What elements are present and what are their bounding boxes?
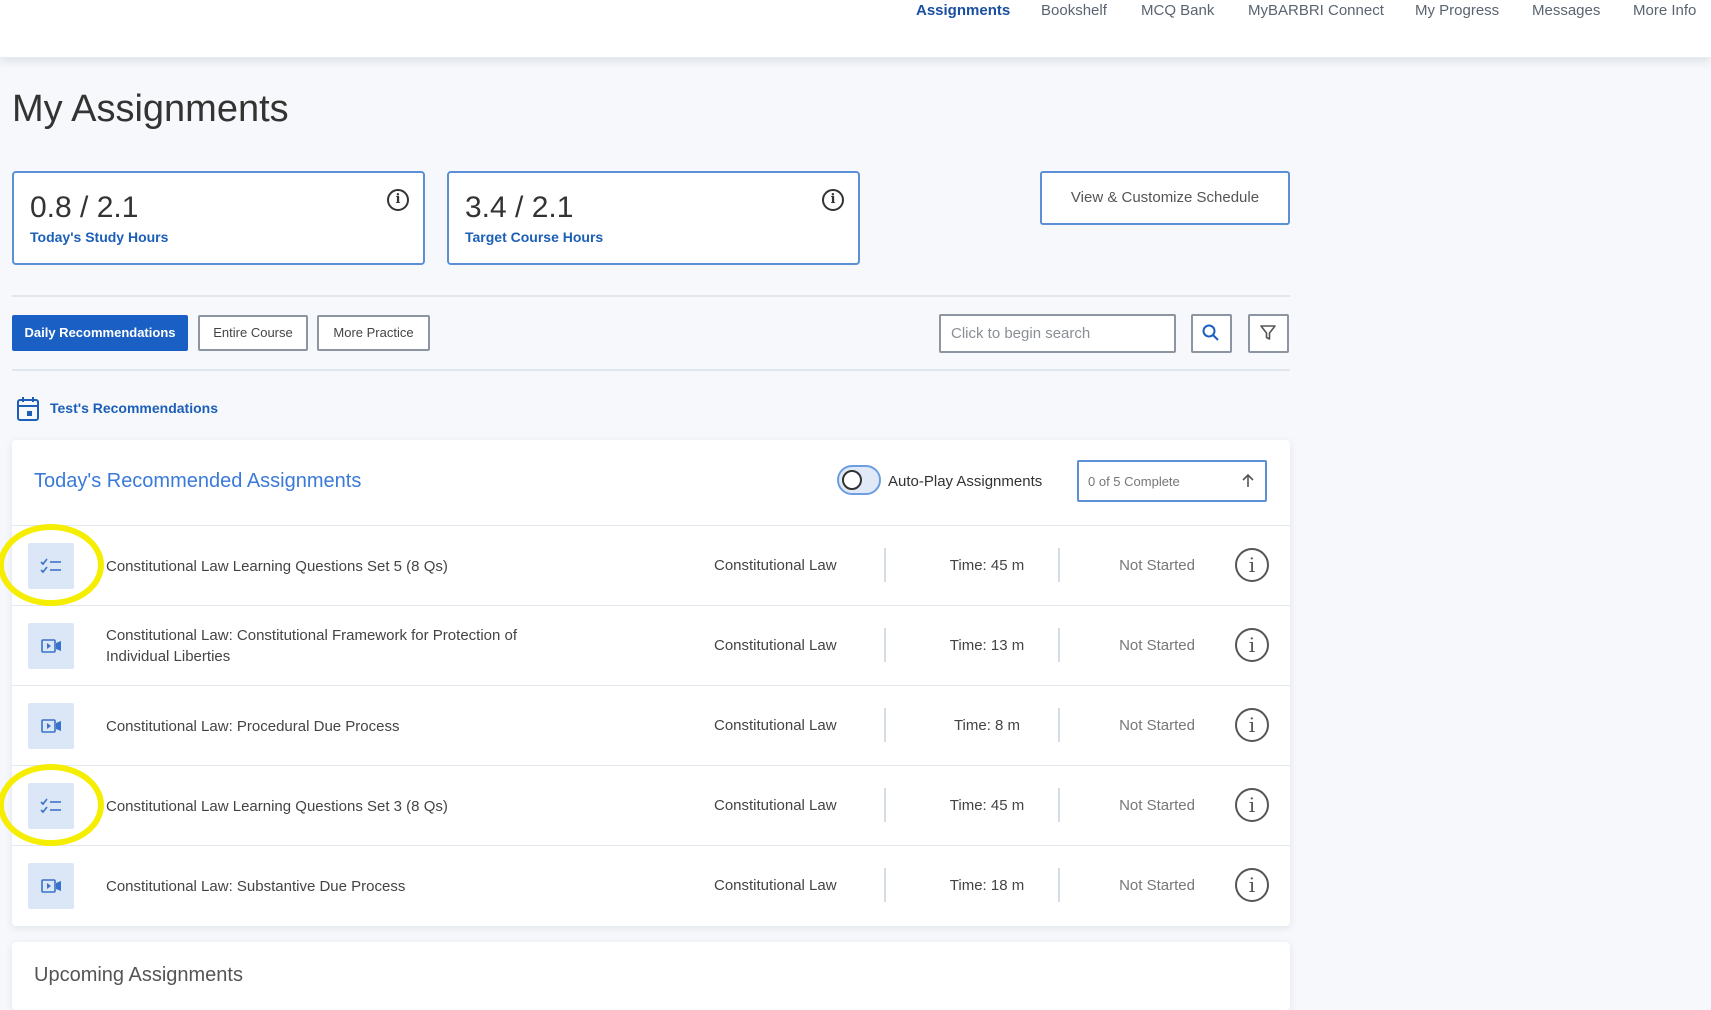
- nav-assignments[interactable]: Assignments: [916, 2, 1010, 19]
- assignment-title[interactable]: Constitutional Law: Substantive Due Proc…: [106, 846, 576, 926]
- video-lecture-icon: [28, 703, 74, 749]
- column-separator: [1058, 628, 1060, 662]
- info-icon[interactable]: i: [1235, 708, 1269, 742]
- nav-more-info[interactable]: More Info: [1633, 2, 1696, 19]
- toggle-knob: [842, 470, 862, 490]
- calendar-icon: [17, 397, 39, 421]
- info-icon[interactable]: i: [822, 189, 844, 211]
- column-separator: [1058, 708, 1060, 742]
- column-separator: [1058, 868, 1060, 902]
- filter-button[interactable]: [1248, 314, 1289, 353]
- assignment-row[interactable]: Constitutional Law: Procedural Due Proce…: [12, 685, 1290, 765]
- column-separator: [1058, 788, 1060, 822]
- study-hours-value: 0.8 / 2.1: [30, 191, 139, 224]
- assignment-status: Not Started: [1119, 797, 1195, 814]
- recommended-assignments-title: Today's Recommended Assignments: [34, 470, 362, 492]
- autoplay-label: Auto-Play Assignments: [888, 473, 1043, 490]
- search-button[interactable]: [1191, 314, 1232, 353]
- highlight-annotation: [0, 524, 104, 606]
- assignment-title[interactable]: Constitutional Law: Procedural Due Proce…: [106, 686, 576, 766]
- course-hours-card: 3.4 / 2.1 Target Course Hours i: [447, 171, 860, 265]
- nav-mybarbri-connect[interactable]: MyBARBRI Connect: [1248, 2, 1384, 19]
- upcoming-assignments-panel[interactable]: Upcoming Assignments: [12, 942, 1290, 1010]
- video-lecture-icon: [28, 623, 74, 669]
- assignment-status: Not Started: [1119, 637, 1195, 654]
- course-hours-value: 3.4 / 2.1: [465, 191, 574, 224]
- view-customize-schedule-button[interactable]: View & Customize Schedule: [1040, 171, 1290, 225]
- assignment-status: Not Started: [1119, 717, 1195, 734]
- arrow-up-icon: [1242, 473, 1254, 487]
- assignment-time: Time: 8 m: [953, 717, 1021, 734]
- assignment-row[interactable]: Constitutional Law: Constitutional Frame…: [12, 605, 1290, 685]
- divider: [12, 295, 1290, 297]
- recommendations-label: Test's Recommendations: [50, 400, 218, 416]
- nav-mcq-bank[interactable]: MCQ Bank: [1141, 2, 1214, 19]
- progress-sort-select[interactable]: 0 of 5 Complete: [1077, 460, 1267, 502]
- info-icon[interactable]: i: [1235, 788, 1269, 822]
- info-icon[interactable]: i: [1235, 628, 1269, 662]
- autoplay-toggle[interactable]: [837, 465, 881, 495]
- assignment-time: Time: 18 m: [949, 877, 1025, 894]
- column-separator: [884, 548, 886, 582]
- assignment-time: Time: 45 m: [949, 557, 1025, 574]
- search-icon: [1202, 324, 1219, 341]
- divider: [12, 369, 1290, 371]
- column-separator: [884, 708, 886, 742]
- filter-icon: [1260, 325, 1276, 340]
- assignment-status: Not Started: [1119, 877, 1195, 894]
- assignment-time: Time: 45 m: [949, 797, 1025, 814]
- highlight-annotation: [0, 764, 104, 846]
- study-hours-label: Today's Study Hours: [30, 229, 169, 245]
- assignment-row[interactable]: Constitutional Law Learning Questions Se…: [12, 765, 1290, 845]
- assignment-subject: Constitutional Law: [714, 877, 837, 894]
- assignment-subject: Constitutional Law: [714, 717, 837, 734]
- tab-daily-recommendations[interactable]: Daily Recommendations: [12, 315, 188, 351]
- assignment-subject: Constitutional Law: [714, 637, 837, 654]
- info-icon[interactable]: i: [1235, 548, 1269, 582]
- info-icon[interactable]: i: [1235, 868, 1269, 902]
- nav-my-progress[interactable]: My Progress: [1415, 2, 1499, 19]
- nav-messages[interactable]: Messages: [1532, 2, 1600, 19]
- video-lecture-icon: [28, 863, 74, 909]
- column-separator: [884, 788, 886, 822]
- page-title: My Assignments: [12, 88, 289, 130]
- upcoming-assignments-title: Upcoming Assignments: [34, 964, 243, 986]
- assignment-row[interactable]: Constitutional Law: Substantive Due Proc…: [12, 845, 1290, 925]
- column-separator: [884, 628, 886, 662]
- assignment-title[interactable]: Constitutional Law Learning Questions Se…: [106, 526, 576, 606]
- info-icon[interactable]: i: [387, 189, 409, 211]
- assignment-time: Time: 13 m: [949, 637, 1025, 654]
- nav-bookshelf[interactable]: Bookshelf: [1041, 2, 1107, 19]
- progress-label: 0 of 5 Complete: [1088, 474, 1180, 489]
- study-hours-card: 0.8 / 2.1 Today's Study Hours i: [12, 171, 425, 265]
- course-hours-label: Target Course Hours: [465, 229, 604, 245]
- assignment-row[interactable]: Constitutional Law Learning Questions Se…: [12, 525, 1290, 605]
- assignment-subject: Constitutional Law: [714, 797, 837, 814]
- tab-more-practice[interactable]: More Practice: [317, 315, 430, 351]
- assignment-status: Not Started: [1119, 557, 1195, 574]
- assignment-subject: Constitutional Law: [714, 557, 837, 574]
- recommended-assignments-panel: Today's Recommended Assignments Auto-Pla…: [12, 440, 1290, 926]
- tab-entire-course[interactable]: Entire Course: [198, 315, 308, 351]
- assignment-title[interactable]: Constitutional Law: Constitutional Frame…: [106, 606, 576, 686]
- column-separator: [884, 868, 886, 902]
- assignment-title[interactable]: Constitutional Law Learning Questions Se…: [106, 766, 576, 846]
- top-navigation: Assignments Bookshelf MCQ Bank MyBARBRI …: [0, 0, 1711, 58]
- search-input[interactable]: [939, 314, 1176, 353]
- column-separator: [1058, 548, 1060, 582]
